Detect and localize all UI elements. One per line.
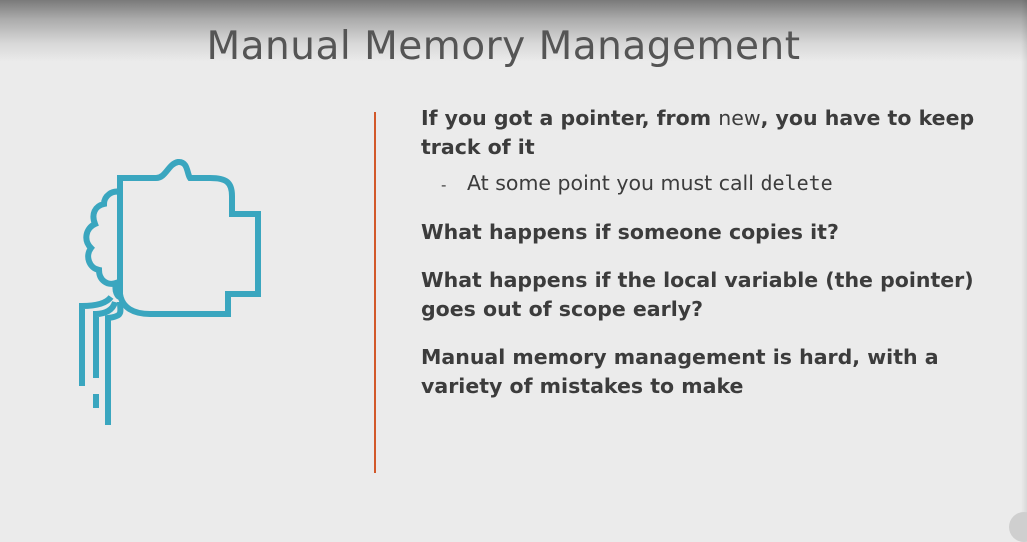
player-control-dot[interactable]: [1009, 512, 1027, 542]
inline-code-new: new: [718, 106, 761, 130]
bullet-someone-copies: What happens if someone copies it?: [421, 220, 839, 244]
slide-title: Manual Memory Management: [206, 24, 801, 69]
bullet-memory-hard: Manual memory management is hard, with a…: [421, 345, 939, 398]
vertical-divider: [374, 112, 376, 473]
bullet-pointer-from-new: If you got a pointer, from new, you have…: [421, 104, 981, 162]
bullet-out-of-scope: What happens if the local variable (the …: [421, 268, 974, 321]
dash-marker: -: [441, 176, 447, 194]
sub-bullet-call-delete: - At some point you must call delete: [441, 169, 981, 200]
bullet-list: If you got a pointer, from new, you have…: [421, 104, 981, 401]
inline-code-delete: delete: [760, 171, 833, 195]
sub-bullet-label: At some point you must call: [467, 171, 761, 195]
sub-bullet-text: At some point you must call delete: [467, 169, 833, 198]
head-profile-with-brain-icon: [79, 159, 261, 425]
bullet-text: If you got a pointer, from: [421, 106, 719, 130]
right-edge-shadow: [1021, 0, 1027, 528]
